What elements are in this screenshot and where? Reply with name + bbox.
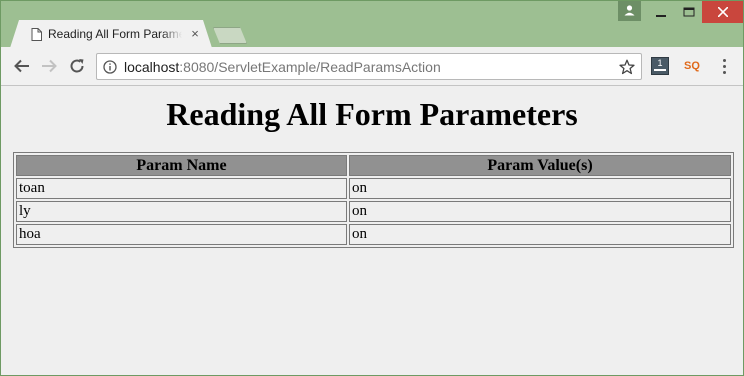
extension-1-label: 1 — [657, 58, 663, 68]
new-tab-button[interactable] — [213, 27, 247, 44]
column-header-param-name: Param Name — [16, 155, 347, 176]
reload-icon[interactable] — [67, 56, 87, 76]
url-path: :8080/ServletExample/ReadParamsAction — [179, 59, 441, 75]
param-value-cell: on — [349, 178, 731, 199]
address-bar[interactable]: localhost:8080/ServletExample/ReadParams… — [96, 53, 642, 80]
star-icon[interactable] — [619, 59, 635, 75]
back-icon[interactable] — [12, 56, 32, 76]
profile-icon[interactable] — [618, 1, 641, 21]
page-icon — [31, 28, 42, 41]
table-header-row: Param Name Param Value(s) — [16, 155, 731, 176]
forward-icon[interactable] — [39, 56, 59, 76]
tab-strip: Reading All Form Parameters × — [1, 1, 743, 48]
info-icon[interactable] — [103, 60, 117, 74]
close-icon[interactable]: × — [187, 26, 203, 42]
url-host: localhost — [124, 59, 180, 75]
menu-icon[interactable] — [716, 56, 732, 76]
param-name-cell: ly — [16, 201, 347, 222]
extension-1-bar — [654, 69, 666, 71]
param-value-cell: on — [349, 224, 731, 245]
table-row: toan on — [16, 178, 731, 199]
maximize-icon[interactable] — [675, 1, 702, 23]
page-viewport: Reading All Form Parameters Param Name P… — [1, 86, 743, 375]
params-table: Param Name Param Value(s) toan on ly on … — [13, 152, 734, 248]
column-header-param-values: Param Value(s) — [349, 155, 731, 176]
extension-button-2[interactable]: SQ — [683, 57, 701, 75]
url-text: localhost:8080/ServletExample/ReadParams… — [124, 59, 441, 75]
browser-window: Reading All Form Parameters × — [0, 0, 744, 376]
table-row: hoa on — [16, 224, 731, 245]
param-name-cell: toan — [16, 178, 347, 199]
active-tab[interactable]: Reading All Form Parameters × — [10, 20, 212, 48]
tab-title: Reading All Form Parameters — [48, 27, 182, 41]
browser-toolbar: localhost:8080/ServletExample/ReadParams… — [1, 47, 743, 86]
param-name-cell: hoa — [16, 224, 347, 245]
minimize-icon[interactable] — [647, 1, 675, 23]
table-row: ly on — [16, 201, 731, 222]
param-value-cell: on — [349, 201, 731, 222]
extension-button-1[interactable]: 1 — [651, 57, 669, 75]
window-close-icon[interactable] — [702, 1, 743, 23]
page-title: Reading All Form Parameters — [166, 96, 578, 132]
